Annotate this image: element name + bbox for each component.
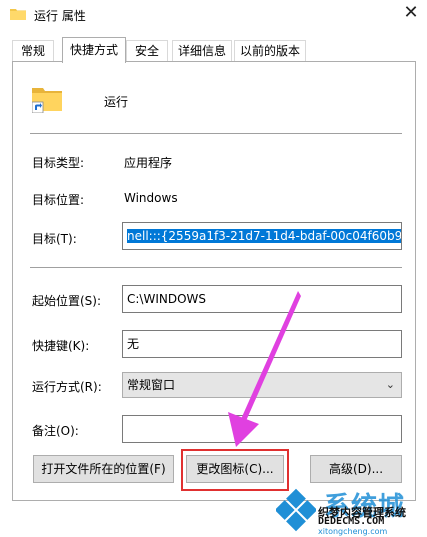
- target-field[interactable]: nell:::{2559a1f3-21d7-11d4-bdaf-00c04f60…: [122, 222, 402, 250]
- watermark: 系统城 织梦内容管理系统 DEDECMS.COM xitongcheng.com: [274, 486, 427, 537]
- advanced-button[interactable]: 高级(D)...: [310, 455, 402, 483]
- separator: [30, 267, 402, 268]
- run-select[interactable]: 常规窗口 ⌄: [122, 372, 402, 398]
- tab-security[interactable]: 安全: [126, 40, 168, 62]
- tab-previous-versions[interactable]: 以前的版本: [234, 40, 306, 62]
- close-button[interactable]: ✕: [398, 2, 424, 26]
- hotkey-label: 快捷键(K):: [32, 339, 90, 353]
- shortcut-name: 运行: [104, 95, 129, 109]
- target-type-value: 应用程序: [124, 156, 173, 170]
- shortcut-folder-icon: [32, 88, 62, 113]
- watermark-line2: DEDECMS.COM: [318, 516, 385, 527]
- target-type-label: 目标类型:: [32, 156, 85, 170]
- tab-shortcut[interactable]: 快捷方式: [62, 37, 126, 63]
- run-select-value: 常规窗口: [127, 378, 176, 392]
- separator: [30, 133, 402, 134]
- watermark-line3: xitongcheng.com: [318, 527, 388, 536]
- target-value: nell:::{2559a1f3-21d7-11d4-bdaf-00c04f60…: [127, 229, 401, 243]
- open-file-location-button[interactable]: 打开文件所在的位置(F): [33, 455, 174, 483]
- target-label: 目标(T):: [32, 232, 77, 246]
- run-label: 运行方式(R):: [32, 380, 102, 394]
- windows-logo-icon: [276, 488, 316, 532]
- highlight-box: [181, 449, 289, 491]
- start-in-field[interactable]: C:\WINDOWS: [122, 285, 402, 313]
- folder-icon: [10, 9, 26, 20]
- comment-label: 备注(O):: [32, 424, 79, 438]
- target-location-label: 目标位置:: [32, 193, 85, 207]
- tab-general[interactable]: 常规: [12, 40, 54, 62]
- tab-details[interactable]: 详细信息: [172, 40, 232, 62]
- chevron-down-icon: ⌄: [385, 378, 395, 391]
- title-bar: 运行 属性 ✕: [0, 0, 427, 30]
- comment-field[interactable]: [122, 415, 402, 443]
- window-title: 运行 属性: [34, 9, 86, 23]
- start-in-label: 起始位置(S):: [32, 294, 102, 308]
- hotkey-field[interactable]: 无: [122, 330, 402, 358]
- target-location-value: Windows: [124, 191, 178, 205]
